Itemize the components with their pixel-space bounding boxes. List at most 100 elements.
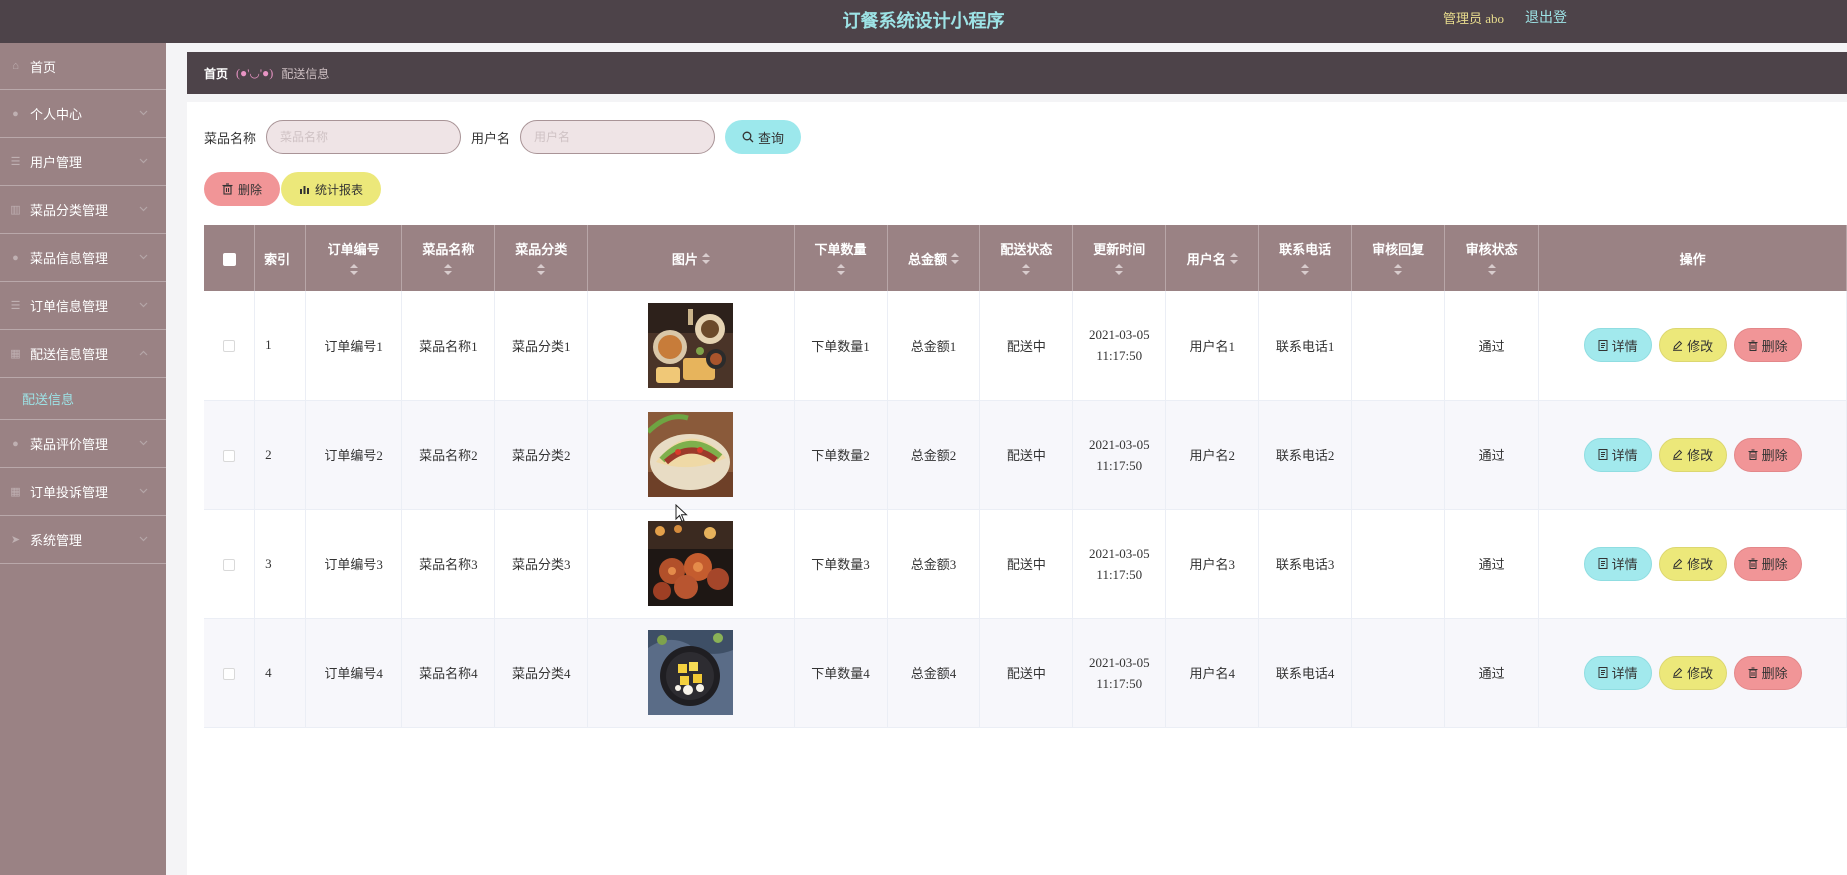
- col-header-image[interactable]: 图片: [587, 225, 795, 291]
- edit-button[interactable]: 修改: [1658, 546, 1727, 581]
- update-date: 2021-03-05: [1088, 545, 1150, 561]
- sort-icon[interactable]: [1445, 264, 1538, 277]
- col-header-username[interactable]: 用户名: [1165, 225, 1260, 291]
- top-bar: 订餐系统设计小程序 管理员 abo 退出登录: [0, 0, 1847, 43]
- table-header-row: 索引 订单编号 菜品名称 菜品分类 图片 下单数量 总金额 配送状态 更新时间 用户名 联系电话 审核…: [204, 225, 1847, 291]
- detail-label: 详情: [1611, 666, 1638, 681]
- col-header-order-no[interactable]: 订单编号: [305, 225, 403, 291]
- audit-status-cell: 通过: [1444, 291, 1540, 401]
- sort-icon[interactable]: [306, 264, 402, 277]
- delete-label: 删除: [1761, 448, 1788, 463]
- sidebar-item-1[interactable]: ● 个人中心: [0, 90, 166, 138]
- update-time: 11:17:50: [1096, 675, 1143, 691]
- trash-icon: [1748, 340, 1758, 351]
- row-checkbox[interactable]: [223, 667, 236, 680]
- row-checkbox[interactable]: [223, 340, 236, 353]
- phone: 联系电话3: [1275, 557, 1335, 572]
- col-header-dish-category[interactable]: 菜品分类: [494, 225, 589, 291]
- edit-button[interactable]: 修改: [1658, 437, 1727, 472]
- col-header-dish-name[interactable]: 菜品名称: [401, 225, 496, 291]
- sidebar-item-label: 个人中心: [30, 107, 83, 122]
- col-header-audit-status[interactable]: 审核状态: [1444, 225, 1540, 291]
- amount-cell: 总金额1: [887, 291, 981, 401]
- sidebar-item-0[interactable]: ⌂ 首页: [0, 43, 166, 90]
- col-header-delivery-status[interactable]: 配送状态: [979, 225, 1074, 291]
- mouse-cursor-icon: [675, 504, 688, 523]
- col-header-label: 菜品名称: [422, 242, 475, 257]
- col-header-quantity[interactable]: 下单数量: [794, 225, 888, 291]
- dish-name-cell: 菜品名称4: [401, 618, 496, 728]
- status-cell: 配送中: [979, 291, 1074, 401]
- username-input[interactable]: [520, 120, 716, 154]
- sidebar-item-5[interactable]: ☰ 订单信息管理: [0, 282, 166, 330]
- operations-cell: 详情 修改 删除: [1538, 400, 1847, 510]
- stats-report-button[interactable]: 统计报表: [281, 172, 381, 206]
- row-checkbox[interactable]: [223, 558, 236, 571]
- delete-button[interactable]: 删除: [1733, 546, 1802, 581]
- sort-icon[interactable]: [1073, 264, 1165, 277]
- row-checkbox[interactable]: [223, 449, 236, 462]
- detail-button[interactable]: 详情: [1583, 546, 1652, 581]
- col-header-label: 索引: [264, 251, 291, 267]
- list-icon: ☰: [10, 300, 21, 312]
- dish-category: 菜品分类4: [512, 666, 571, 681]
- sidebar-item-6[interactable]: ▦ 配送信息管理: [0, 330, 166, 378]
- sidebar-item-3[interactable]: ▥ 菜品分类管理: [0, 186, 166, 234]
- query-button[interactable]: 查询: [725, 120, 802, 154]
- chevron-down-icon: [139, 300, 148, 311]
- col-header-update-time[interactable]: 更新时间: [1072, 225, 1167, 291]
- sort-icon[interactable]: [402, 264, 494, 277]
- sidebar-item-8[interactable]: ▦ 订单投诉管理: [0, 468, 166, 516]
- amount-cell: 总金额4: [887, 618, 981, 728]
- trash-icon: [1748, 667, 1758, 678]
- sort-icon[interactable]: [1259, 264, 1351, 277]
- col-header-audit-reply[interactable]: 审核回复: [1351, 225, 1446, 291]
- delete-button[interactable]: 删除: [1733, 437, 1802, 472]
- batch-delete-button[interactable]: 删除: [204, 172, 280, 206]
- total-amount: 总金额4: [910, 666, 957, 681]
- sidebar-item-7[interactable]: ● 菜品评价管理: [0, 420, 166, 468]
- col-header-total-amount[interactable]: 总金额: [887, 225, 981, 291]
- operations-cell: 详情 修改 删除: [1538, 509, 1847, 619]
- sort-icon[interactable]: [701, 252, 710, 266]
- quantity-cell: 下单数量4: [794, 618, 888, 728]
- select-all-checkbox[interactable]: [222, 252, 236, 266]
- dish-name: 菜品名称4: [419, 666, 478, 681]
- breadcrumb-home[interactable]: 首页: [204, 65, 228, 82]
- delete-button[interactable]: 删除: [1733, 655, 1802, 690]
- sidebar-subitem-delivery[interactable]: 配送信息: [0, 378, 166, 420]
- update-time: 11:17:50: [1096, 566, 1143, 582]
- sort-icon[interactable]: [950, 252, 959, 266]
- food-photo-platter[interactable]: [648, 302, 734, 388]
- sidebar-item-4[interactable]: ● 菜品信息管理: [0, 234, 166, 282]
- food-photo-bowl[interactable]: [648, 630, 734, 715]
- order-no: 订单编号3: [324, 557, 383, 572]
- detail-button[interactable]: 详情: [1583, 437, 1652, 472]
- dish-name-input[interactable]: [266, 120, 462, 154]
- detail-button[interactable]: 详情: [1583, 655, 1652, 690]
- col-header-operations: 操作: [1538, 225, 1847, 291]
- index-cell: 1: [254, 291, 306, 401]
- sort-icon[interactable]: [1229, 252, 1238, 266]
- delete-button[interactable]: 删除: [1733, 328, 1802, 363]
- phone-cell: 联系电话2: [1258, 400, 1353, 510]
- col-header-label: 下单数量: [814, 242, 867, 257]
- dish-name: 菜品名称1: [419, 338, 478, 354]
- food-photo-grill[interactable]: [648, 521, 734, 606]
- sort-icon[interactable]: [495, 264, 587, 277]
- sort-icon[interactable]: [1352, 264, 1444, 277]
- audit-reply-cell: [1351, 291, 1446, 401]
- col-header-phone[interactable]: 联系电话: [1258, 225, 1353, 291]
- phone-cell: 联系电话1: [1258, 291, 1353, 401]
- food-photo-tacos[interactable]: [646, 412, 734, 497]
- sidebar-item-2[interactable]: ☰ 用户管理: [0, 138, 166, 186]
- detail-button[interactable]: 详情: [1583, 328, 1652, 363]
- edit-button[interactable]: 修改: [1658, 655, 1727, 690]
- edit-button[interactable]: 修改: [1658, 328, 1727, 363]
- order-no: 订单编号1: [324, 338, 383, 354]
- username: 用户名2: [1189, 448, 1235, 463]
- logout-link[interactable]: 退出登录: [1525, 0, 1568, 37]
- sidebar-item-9[interactable]: ➤ 系统管理: [0, 516, 166, 564]
- sort-icon[interactable]: [980, 264, 1072, 277]
- sort-icon[interactable]: [795, 264, 887, 277]
